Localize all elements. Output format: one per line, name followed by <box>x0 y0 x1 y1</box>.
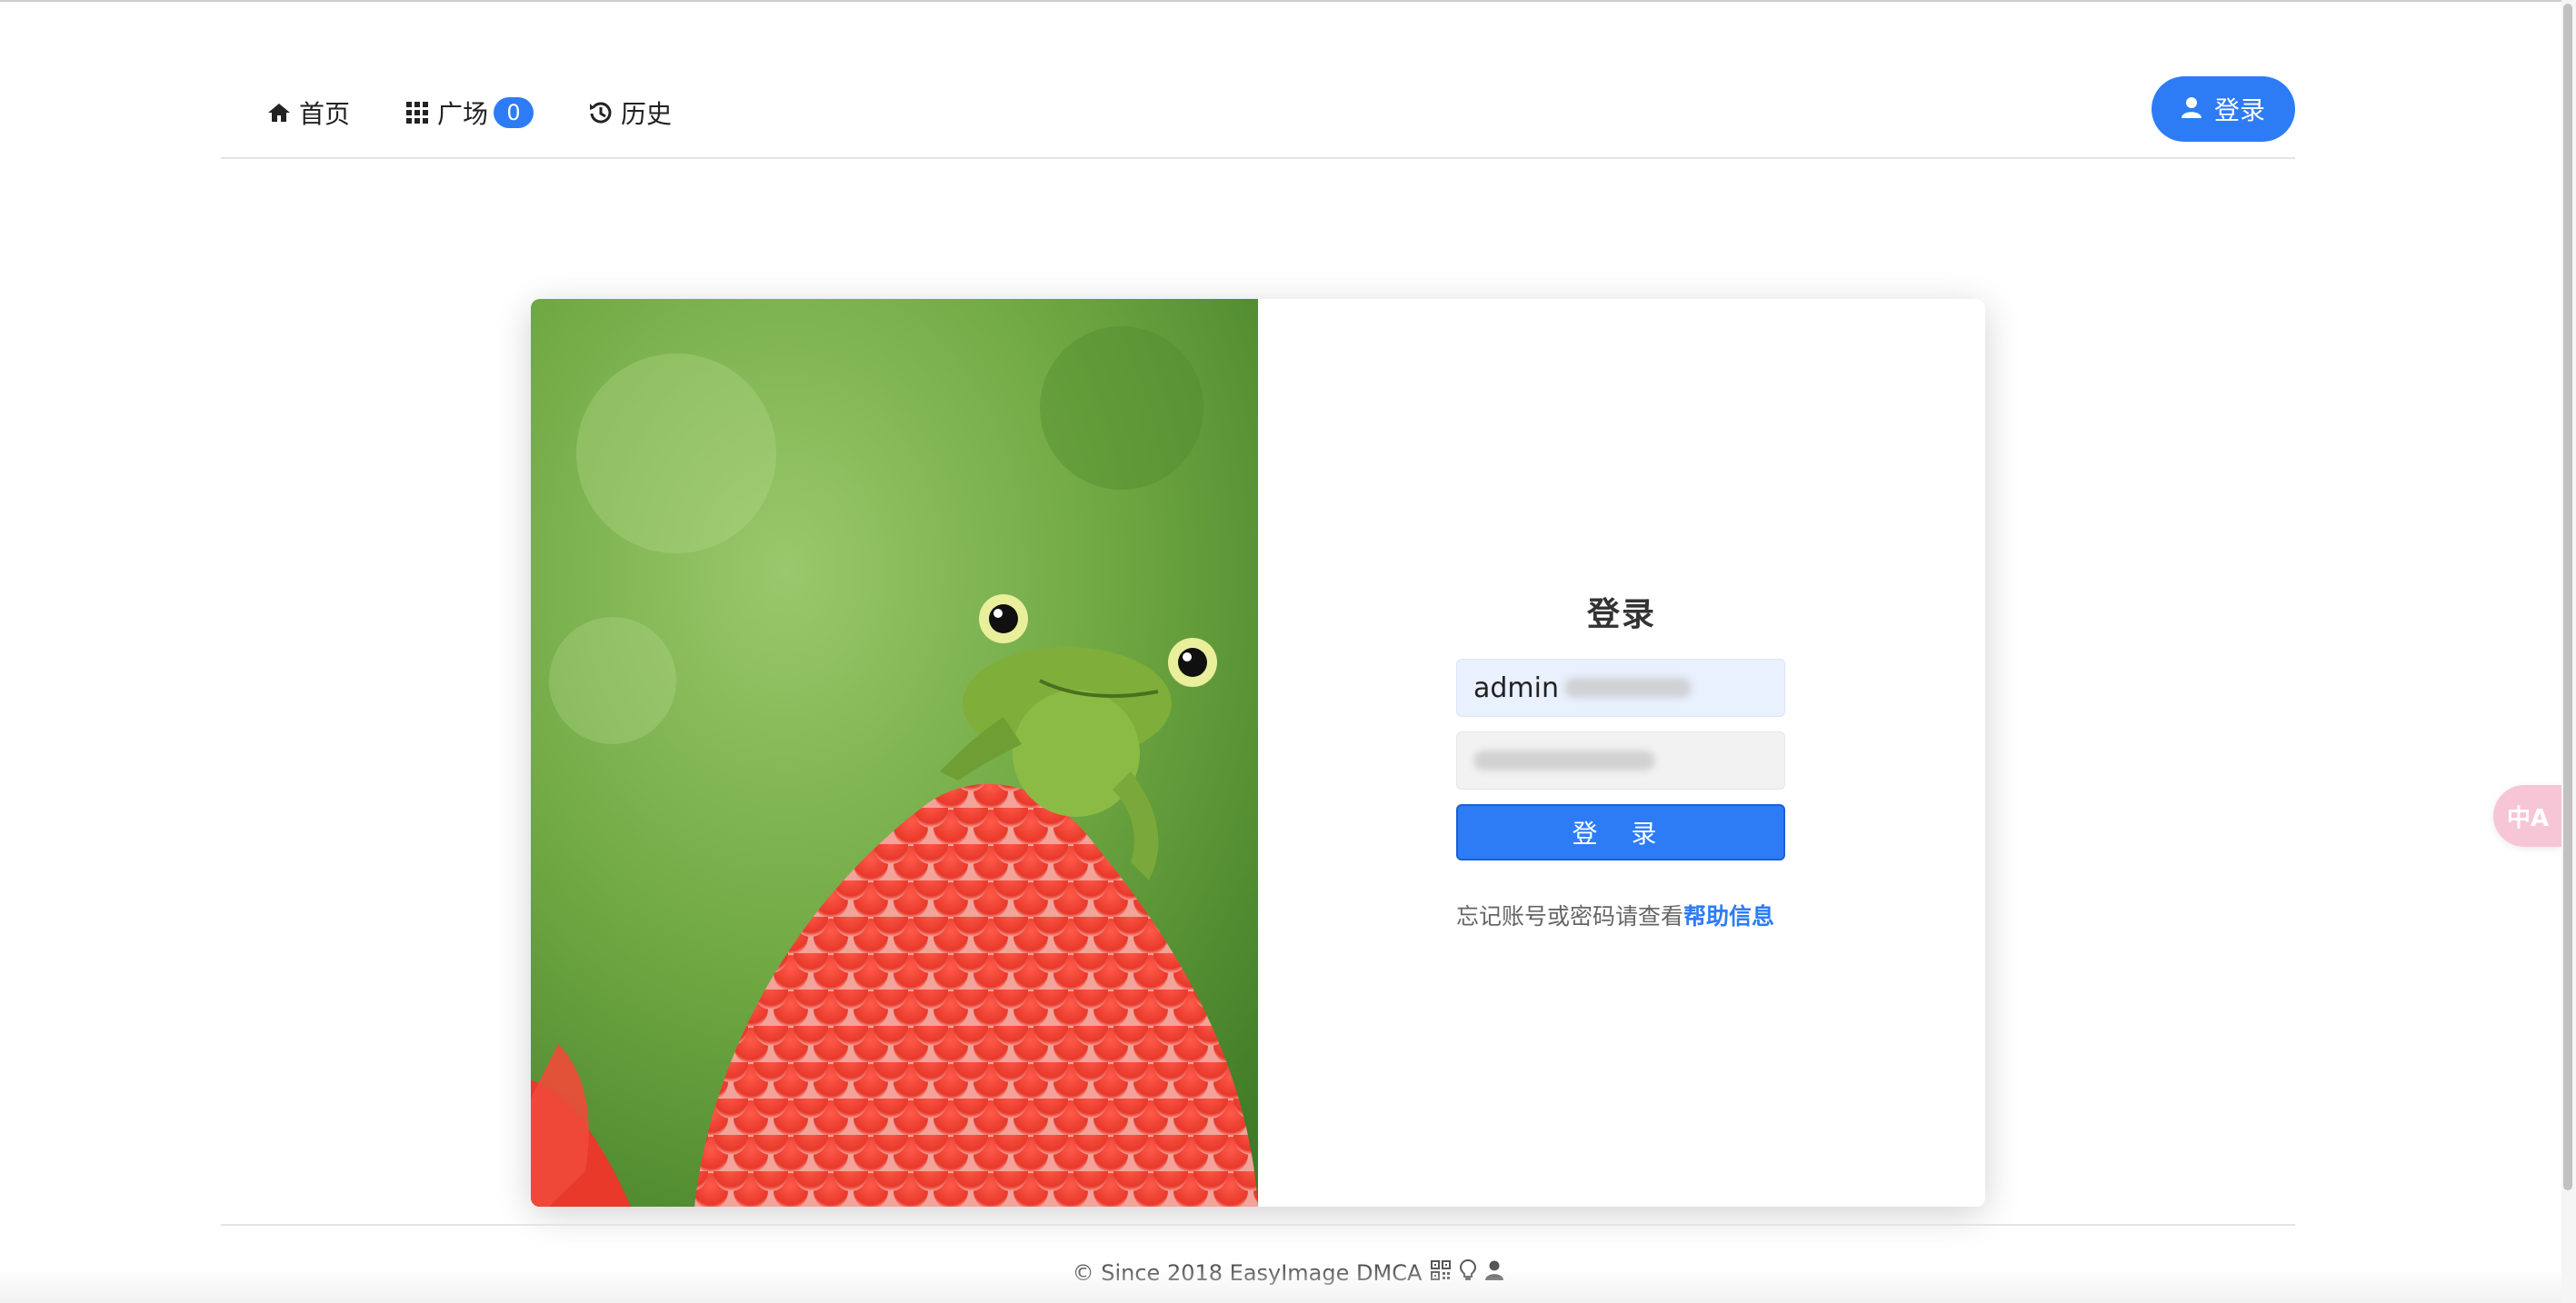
lightbulb-icon[interactable] <box>1460 1258 1477 1287</box>
login-title: 登录 <box>1586 596 1656 633</box>
header-login-label: 登录 <box>2213 95 2265 125</box>
login-card: 登录 admin 登 录 忘记账号或密码请查看帮助信息 <box>531 299 1985 1207</box>
login-submit-button[interactable]: 登 录 <box>1456 804 1785 860</box>
qrcode-icon[interactable] <box>1431 1260 1452 1286</box>
user-icon[interactable] <box>1485 1260 1504 1286</box>
redacted-password <box>1473 751 1655 771</box>
nav-square-link[interactable]: 广场 0 <box>404 87 534 138</box>
window-top-border <box>0 0 2576 2</box>
help-info-link[interactable]: 帮助信息 <box>1683 903 1774 930</box>
nav-history-link[interactable]: 历史 <box>588 87 672 138</box>
nav-home-label: 首页 <box>299 99 351 129</box>
top-nav: 首页 广场 0 历史 登录 <box>221 76 2295 158</box>
username-input[interactable]: admin <box>1456 659 1785 717</box>
redacted-username-suffix <box>1564 678 1692 698</box>
home-icon <box>266 100 292 125</box>
password-input[interactable] <box>1456 731 1785 790</box>
scrollbar-thumb[interactable] <box>2563 4 2572 1190</box>
login-form: 登录 admin 登 录 忘记账号或密码请查看帮助信息 <box>1258 299 1985 1207</box>
frog-flower-photo <box>531 299 1258 1207</box>
header-login-button[interactable]: 登录 <box>2152 76 2295 142</box>
nav-history-label: 历史 <box>621 99 673 129</box>
help-prefix: 忘记账号或密码请查看 <box>1456 903 1684 930</box>
user-icon <box>2181 94 2202 124</box>
footer-text: © Since 2018 EasyImage DMCA <box>1072 1260 1423 1286</box>
username-value: admin <box>1473 671 1559 704</box>
footer: © Since 2018 EasyImage DMCA <box>0 1258 2576 1287</box>
nav-home-link[interactable]: 首页 <box>266 87 350 138</box>
history-icon <box>588 100 614 125</box>
nav-square-label: 广场 <box>437 99 489 129</box>
grid-icon <box>404 100 430 125</box>
translate-widget-button[interactable]: 中A <box>2493 785 2562 847</box>
help-text: 忘记账号或密码请查看帮助信息 <box>1456 899 1785 931</box>
square-count-badge: 0 <box>494 97 534 128</box>
translate-icon: 中A <box>2506 804 2550 832</box>
footer-divider <box>221 1224 2295 1226</box>
header-divider <box>221 157 2295 159</box>
